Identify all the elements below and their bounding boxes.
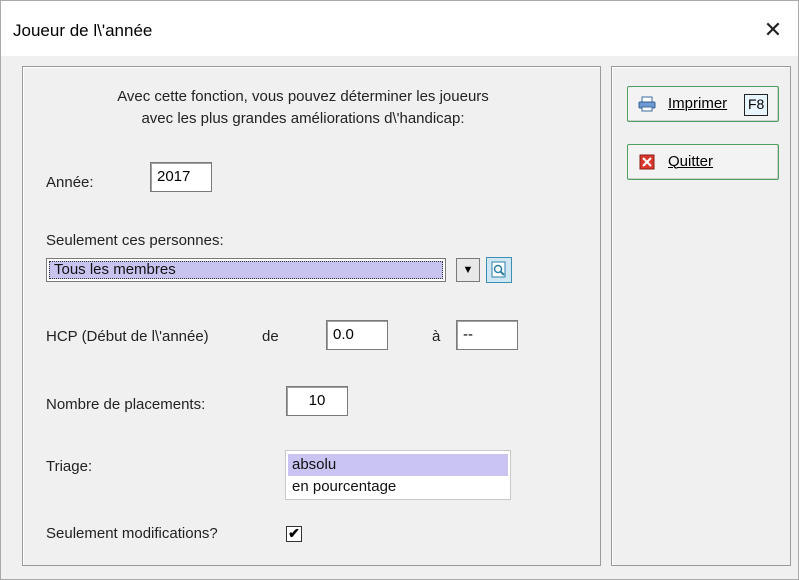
hcp-from-label: de bbox=[262, 328, 279, 345]
description-line-1: Avec cette fonction, vous pouvez détermi… bbox=[117, 88, 489, 105]
persons-select[interactable]: Tous les membres bbox=[46, 258, 446, 282]
hcp-from-field[interactable]: 0.0 bbox=[326, 320, 388, 350]
sorting-option-absolute[interactable]: absolu bbox=[288, 454, 508, 476]
year-field[interactable]: 2017 bbox=[150, 162, 212, 192]
printer-icon bbox=[638, 96, 656, 112]
description-text: Avec cette fonction, vous pouvez détermi… bbox=[60, 86, 546, 130]
description-line-2: avec les plus grandes améliorations d\'h… bbox=[141, 110, 465, 127]
magnifier-icon bbox=[491, 261, 506, 278]
quit-button[interactable]: Quitter bbox=[627, 144, 779, 180]
only-changes-label: Seulement modifications? bbox=[46, 525, 218, 542]
window-title: Joueur de l\'année bbox=[13, 21, 153, 40]
quit-button-label: Quitter bbox=[668, 153, 714, 170]
persons-select-value: Tous les membres bbox=[49, 261, 443, 279]
close-button[interactable]: ✕ bbox=[758, 15, 788, 45]
hcp-label: HCP (Début de l\'année) bbox=[46, 328, 209, 345]
actions-panel bbox=[611, 66, 791, 566]
persons-label: Seulement ces personnes: bbox=[46, 232, 224, 249]
title-bar: Joueur de l\'année ✕ bbox=[1, 1, 798, 56]
only-changes-checkbox[interactable]: ✔ bbox=[286, 526, 302, 542]
print-shortcut-badge: F8 bbox=[744, 94, 769, 116]
hcp-to-field[interactable]: -- bbox=[456, 320, 518, 350]
placements-label: Nombre de placements: bbox=[46, 396, 206, 413]
close-icon bbox=[639, 154, 655, 170]
print-button-label: Imprimer bbox=[668, 95, 728, 112]
dropdown-arrow-icon[interactable]: ▼ bbox=[456, 258, 480, 282]
placements-field[interactable]: 10 bbox=[286, 386, 348, 416]
print-button[interactable]: Imprimer F8 bbox=[627, 86, 779, 122]
year-label: Année: bbox=[46, 174, 94, 191]
hcp-to-label: à bbox=[432, 328, 441, 345]
search-icon[interactable] bbox=[486, 257, 512, 283]
sorting-label: Triage: bbox=[46, 458, 93, 475]
sorting-listbox[interactable]: absolu en pourcentage bbox=[285, 450, 511, 500]
sorting-option-percentage[interactable]: en pourcentage bbox=[288, 476, 508, 498]
